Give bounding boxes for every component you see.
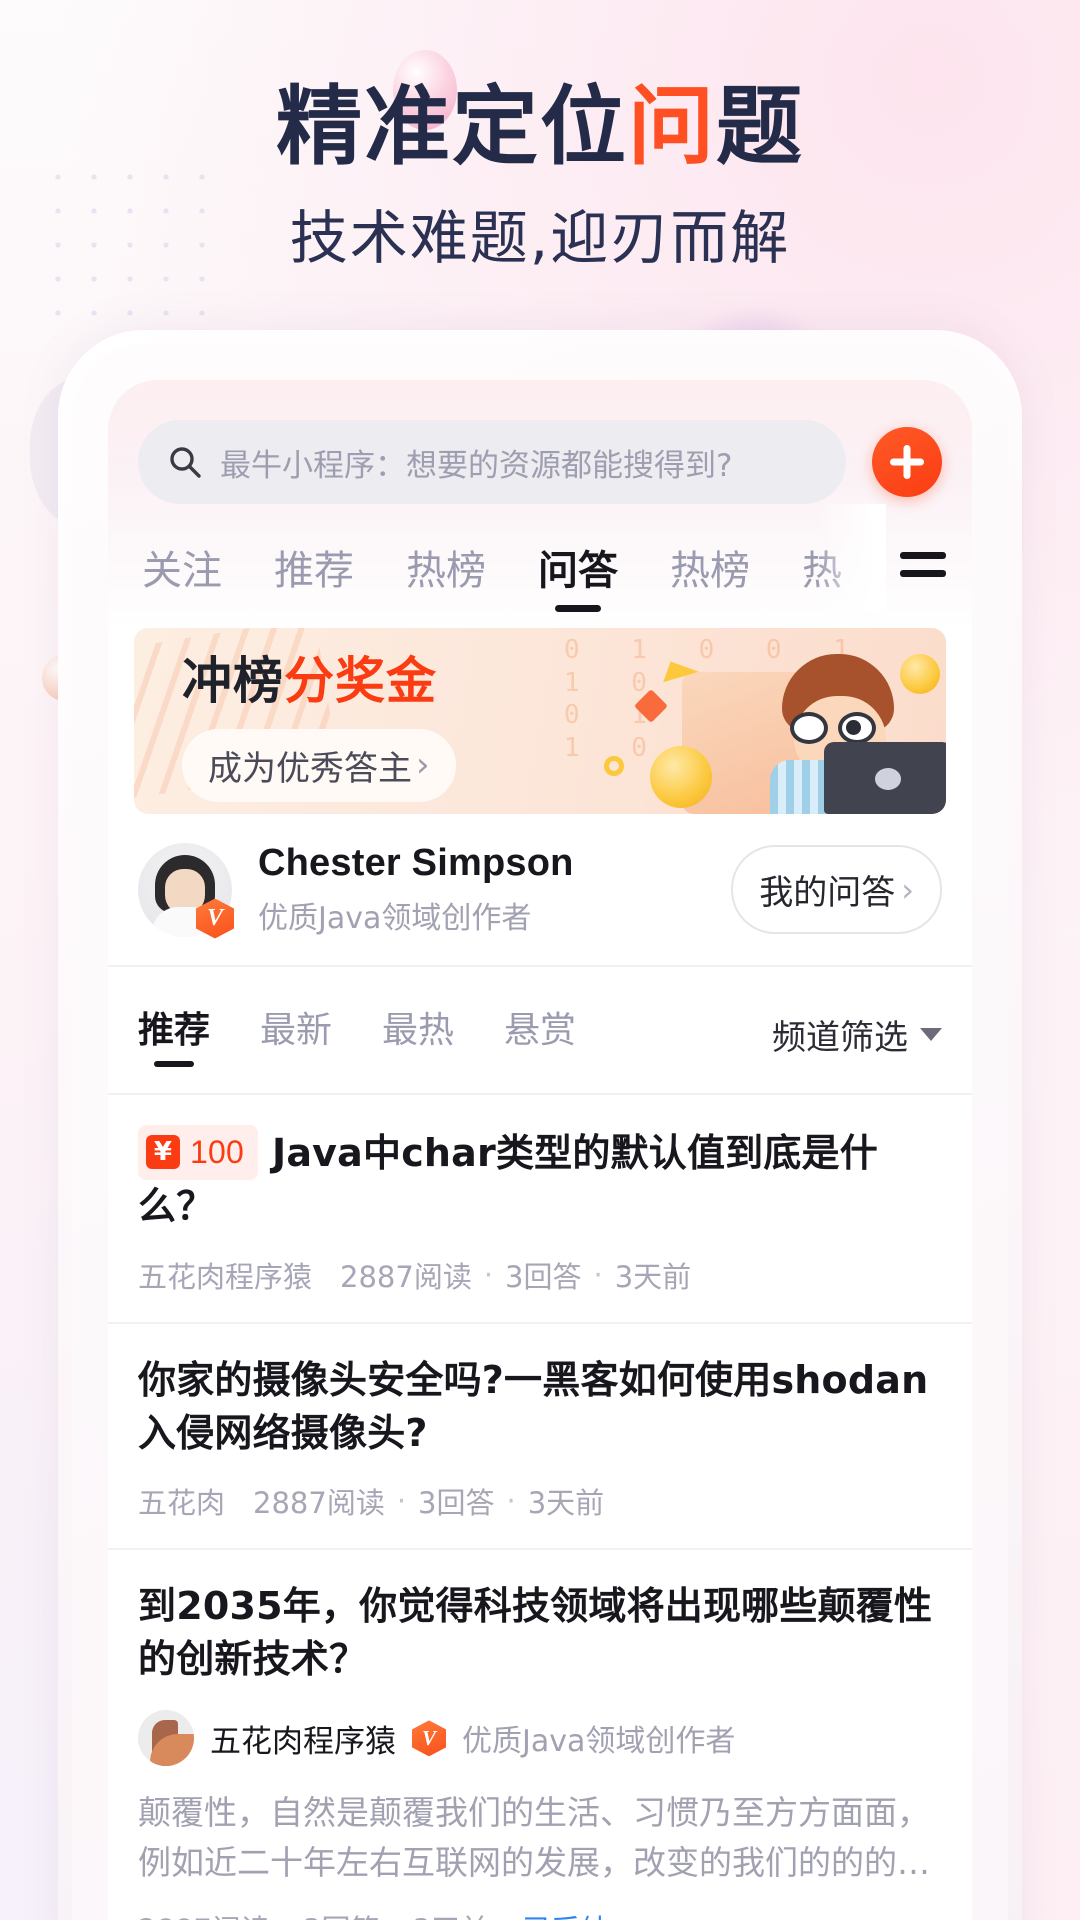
question-meta: 五花肉 2887阅读 · 3回答 · 3天前 <box>138 1480 942 1522</box>
question-reads: 2887阅读 <box>340 1259 472 1294</box>
tab-rebang-1[interactable]: 热榜 <box>406 538 486 612</box>
coin-icon <box>650 746 712 808</box>
phone-bezel: 最牛小程序：想要的资源都能搜得到? 关注 推荐 热榜 问答 热榜 热 <box>72 344 1008 1920</box>
tab-guanzhu[interactable]: 关注 <box>142 538 222 612</box>
question-title: 你家的摄像头安全吗?一黑客如何使用shodan入侵网络摄像头? <box>138 1357 929 1455</box>
chevron-right-icon: › <box>416 745 430 785</box>
hamburger-menu-icon[interactable] <box>900 552 946 586</box>
hero-title-accent: 问 <box>628 77 716 177</box>
filter-tab-xuanshang[interactable]: 悬赏 <box>504 1001 576 1067</box>
creator-row[interactable]: V Chester Simpson 优质Java领域创作者 我的问答 › <box>108 814 972 967</box>
filter-row: 推荐 最新 最热 悬赏 频道筛选 <box>108 967 972 1095</box>
question-time: 3天前 <box>413 1907 489 1920</box>
channel-filter-button[interactable]: 频道筛选 <box>772 1010 942 1059</box>
question-description: 颠覆性，自然是颠覆我们的生活、习惯乃至方方面面，例如近二十年左右互联网的发展，改… <box>138 1793 930 1882</box>
become-answerer-label: 成为优秀答主 <box>208 748 412 789</box>
search-placeholder: 最牛小程序：想要的资源都能搜得到? <box>220 447 733 484</box>
yen-icon: ¥ <box>146 1135 180 1170</box>
search-input[interactable]: 最牛小程序：想要的资源都能搜得到? <box>138 420 846 504</box>
hero-title-part2: 题 <box>716 77 804 177</box>
question-item[interactable]: ¥ 100 Java中char类型的默认值到底是什么？ 五花肉程序猿 2887阅… <box>108 1095 972 1324</box>
question-item[interactable]: 你家的摄像头安全吗?一黑客如何使用shodan入侵网络摄像头? 五花肉 2887… <box>108 1324 972 1550</box>
question-reads: 2887阅读 <box>138 1907 270 1920</box>
laptop-icon <box>824 742 946 814</box>
filter-tab-tuijian[interactable]: 推荐 <box>138 1001 210 1067</box>
chevron-down-icon <box>920 1027 942 1041</box>
phone-frame: 最牛小程序：想要的资源都能搜得到? 关注 推荐 热榜 问答 热榜 热 <box>58 330 1022 1920</box>
tab-rebang-2[interactable]: 热榜 <box>670 538 750 612</box>
banner-title: 冲榜分奖金 <box>182 641 456 713</box>
tab-overflow-fade <box>816 504 886 612</box>
avatar[interactable] <box>138 1710 194 1767</box>
filter-tab-zuixin[interactable]: 最新 <box>260 1001 332 1067</box>
question-author: 五花肉程序猿 <box>210 1723 396 1760</box>
banner-text-block: 冲榜分奖金 成为优秀答主 › <box>134 641 456 802</box>
question-time: 3天前 <box>527 1485 605 1520</box>
hero-headline: 精准定位问题 技术难题,迎刃而解 <box>0 81 1080 275</box>
question-author: 五花肉 <box>138 1485 226 1520</box>
banner-title-highlight: 分奖金 <box>284 651 437 710</box>
phone-screen: 最牛小程序：想要的资源都能搜得到? 关注 推荐 热榜 问答 热榜 热 <box>108 380 972 1920</box>
creator-name: Chester Simpson <box>258 842 574 884</box>
banner-illustration <box>646 640 946 814</box>
question-time: 3天前 <box>614 1259 692 1294</box>
avatar[interactable]: V <box>138 842 234 939</box>
question-author-row[interactable]: 五花肉程序猿 V 优质Java领域创作者 <box>138 1710 942 1767</box>
question-answers: 3回答 <box>418 1485 495 1520</box>
main-tab-bar: 关注 推荐 热榜 问答 热榜 热 <box>108 504 972 612</box>
tab-tuijian[interactable]: 推荐 <box>274 538 354 612</box>
promo-banner[interactable]: 0 1 0 0 11 0 1 1 00 1 0 0 11 0 0 1 1 冲榜分… <box>134 628 946 814</box>
hero-subtitle: 技术难题,迎刃而解 <box>289 204 791 273</box>
search-row: 最牛小程序：想要的资源都能搜得到? <box>108 380 972 504</box>
filter-tab-group: 推荐 最新 最热 悬赏 <box>138 1001 772 1067</box>
question-reads: 2887阅读 <box>253 1485 385 1520</box>
creator-info: Chester Simpson 优质Java领域创作者 <box>258 842 705 937</box>
status-badge: 已采纳 <box>522 1907 609 1920</box>
question-author: 五花肉程序猿 <box>138 1259 313 1294</box>
my-qa-button[interactable]: 我的问答 › <box>731 845 942 934</box>
filter-tab-zuire[interactable]: 最热 <box>382 1001 454 1067</box>
question-title-row: ¥ 100 Java中char类型的默认值到底是什么？ <box>138 1125 942 1234</box>
verified-badge-icon: V <box>412 1720 446 1757</box>
question-title: 到2035年，你觉得科技领域将出现哪些颠覆性的创新技术？ <box>138 1583 933 1682</box>
question-answers: 3回答 <box>303 1907 379 1920</box>
my-qa-label: 我的问答 <box>759 873 896 913</box>
search-icon <box>170 447 201 478</box>
question-author-tag: 优质Java领域创作者 <box>462 1724 736 1760</box>
question-answers: 3回答 <box>505 1259 582 1294</box>
question-meta: 五花肉程序猿 2887阅读 · 3回答 · 3天前 <box>138 1254 942 1296</box>
hero-title-part1: 精准定位 <box>276 77 628 177</box>
question-meta: 2887阅读 · 3回答 · 3天前 · 已采纳 <box>138 1907 942 1920</box>
hero-title: 精准定位问题 <box>0 81 1080 173</box>
banner-circle-decoration <box>604 756 624 776</box>
plus-icon[interactable] <box>872 427 942 497</box>
bounty-badge: ¥ 100 <box>138 1125 258 1180</box>
bounty-amount: 100 <box>190 1134 244 1170</box>
chevron-right-icon: › <box>901 870 914 909</box>
banner-title-plain: 冲榜 <box>182 651 284 710</box>
question-item[interactable]: 到2035年，你觉得科技领域将出现哪些颠覆性的创新技术？ 五花肉程序猿 V 优质… <box>108 1550 972 1920</box>
tab-wenda[interactable]: 问答 <box>538 538 618 612</box>
become-answerer-button[interactable]: 成为优秀答主 › <box>182 728 456 802</box>
channel-filter-label: 频道筛选 <box>772 1017 908 1058</box>
creator-subtitle: 优质Java领域创作者 <box>258 901 532 936</box>
